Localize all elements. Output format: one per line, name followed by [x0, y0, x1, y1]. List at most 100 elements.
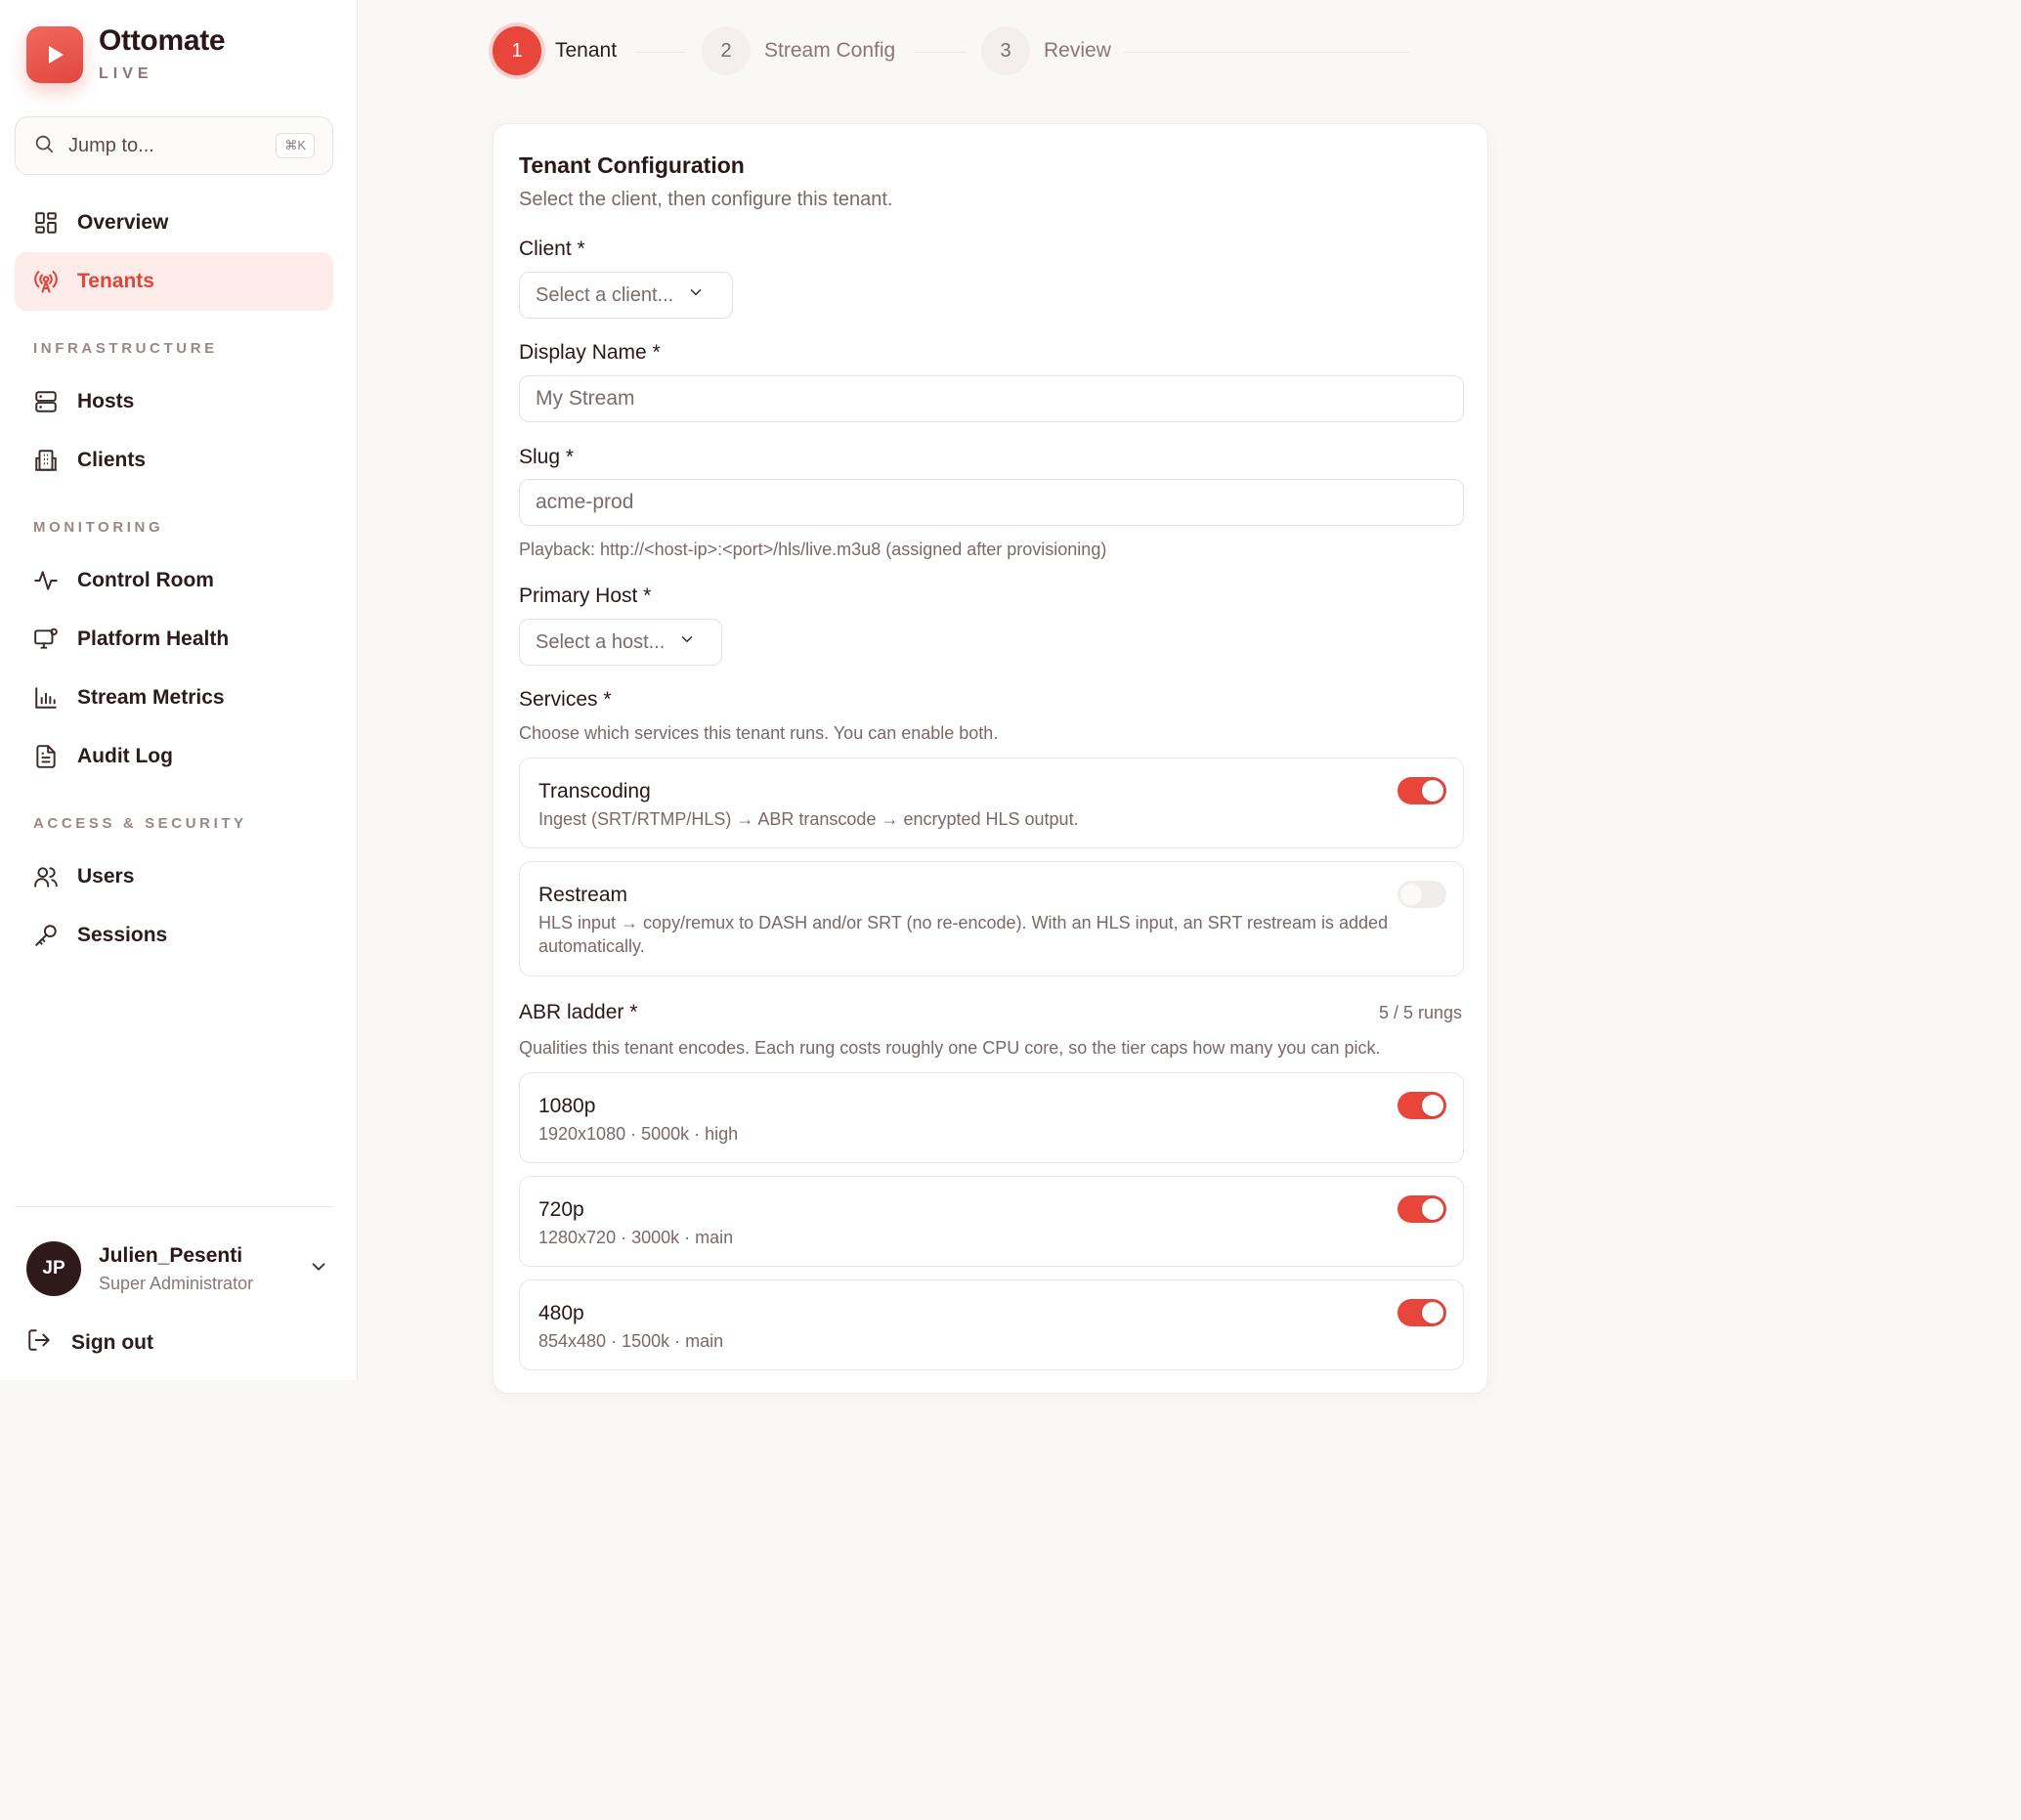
nav-section-access-security: ACCESS & SECURITY	[33, 815, 247, 832]
sidebar-item-label: Platform Health	[77, 628, 230, 650]
sidebar-item-stream-metrics[interactable]: Stream Metrics	[15, 669, 333, 727]
chevron-down-icon	[678, 630, 696, 654]
display-name-label: Display Name *	[519, 341, 661, 364]
slug-label: Slug *	[519, 446, 575, 468]
users-icon	[32, 863, 60, 890]
sidebar-item-label: Sessions	[77, 924, 168, 946]
service-title: Transcoding	[538, 780, 651, 802]
avatar: JP	[26, 1241, 81, 1296]
brand-subtitle: LIVE	[99, 65, 153, 82]
sidebar-item-clients[interactable]: Clients	[15, 431, 333, 490]
client-label: Client *	[519, 238, 585, 260]
rung-1080p-toggle[interactable]	[1398, 1092, 1446, 1119]
playback-hint: Playback: http://<host-ip>:<port>/hls/li…	[519, 540, 1107, 559]
abr-hint: Qualities this tenant encodes. Each rung…	[519, 1038, 1381, 1058]
jump-to-search[interactable]: Jump to... ⌘K	[15, 116, 333, 175]
service-description: HLS input → copy/remux to DASH and/or SR…	[538, 913, 1389, 956]
sidebar: Ottomate LIVE Jump to... ⌘K Overview Ten…	[0, 0, 358, 1380]
rung-title: 480p	[538, 1302, 584, 1324]
client-select[interactable]: Select a client...	[519, 272, 733, 319]
bar-chart-icon	[32, 684, 60, 712]
search-icon	[33, 133, 55, 159]
abr-ladder-label: ABR ladder *	[519, 1001, 638, 1023]
services-label: Services *	[519, 688, 612, 711]
slug-placeholder: acme-prod	[536, 491, 634, 513]
sidebar-item-control-room[interactable]: Control Room	[15, 551, 333, 610]
step-number: 2	[702, 26, 751, 75]
primary-host-select[interactable]: Select a host...	[519, 619, 722, 666]
tenant-configuration-card: Tenant Configuration Select the client, …	[493, 123, 1488, 1394]
file-text-icon	[32, 743, 60, 770]
card-title: Tenant Configuration	[519, 152, 745, 178]
rung-720p-toggle[interactable]	[1398, 1195, 1446, 1223]
step-label: Tenant	[555, 39, 618, 62]
client-select-value: Select a client...	[536, 283, 674, 306]
display-name-input[interactable]: My Stream	[519, 375, 1464, 422]
rung-title: 720p	[538, 1198, 584, 1221]
abr-rung-1080p[interactable]: 1080p 1920x1080 · 5000k · high	[519, 1072, 1464, 1163]
key-icon	[32, 922, 60, 949]
shortcut-badge: ⌘K	[276, 133, 315, 158]
sidebar-item-label: Overview	[77, 211, 169, 234]
step-tenant[interactable]: 1 Tenant	[493, 26, 617, 75]
monitor-icon	[32, 626, 60, 653]
service-restream[interactable]: Restream HLS input → copy/remux to DASH …	[519, 861, 1464, 976]
sidebar-item-label: Stream Metrics	[77, 686, 225, 709]
sidebar-item-label: Audit Log	[77, 745, 173, 767]
user-role: Super Administrator	[99, 1273, 254, 1293]
step-connector	[635, 52, 686, 53]
chevron-down-icon	[687, 283, 705, 307]
sidebar-item-label: Tenants	[77, 270, 154, 292]
primary-host-label: Primary Host *	[519, 585, 652, 607]
abr-rung-count: 5 / 5 rungs	[1378, 1003, 1462, 1022]
sidebar-item-label: Users	[77, 865, 135, 888]
rung-480p-toggle[interactable]	[1398, 1299, 1446, 1326]
transcoding-toggle[interactable]	[1398, 777, 1446, 804]
activity-icon	[32, 567, 60, 594]
step-connector	[1124, 52, 1409, 53]
rung-title: 1080p	[538, 1095, 596, 1117]
sidebar-item-users[interactable]: Users	[15, 847, 333, 906]
service-transcoding[interactable]: Transcoding Ingest (SRT/RTMP/HLS) → ABR …	[519, 758, 1464, 848]
abr-rung-480p[interactable]: 480p 854x480 · 1500k · main	[519, 1279, 1464, 1370]
brand[interactable]: Ottomate LIVE	[26, 24, 226, 83]
server-icon	[32, 388, 60, 415]
step-number: 1	[493, 26, 541, 75]
sidebar-item-label: Clients	[77, 449, 147, 471]
sidebar-divider	[15, 1206, 333, 1207]
nav-section-infrastructure: INFRASTRUCTURE	[33, 340, 218, 357]
user-name: Julien_Pesenti	[99, 1243, 243, 1267]
log-out-icon	[26, 1327, 52, 1358]
user-menu[interactable]: JP Julien_Pesenti Super Administrator	[26, 1241, 329, 1296]
sidebar-item-sessions[interactable]: Sessions	[15, 906, 333, 965]
service-description: Ingest (SRT/RTMP/HLS) → ABR transcode → …	[538, 809, 1079, 829]
services-hint: Choose which services this tenant runs. …	[519, 723, 999, 743]
building-icon	[32, 447, 60, 474]
sidebar-item-hosts[interactable]: Hosts	[15, 372, 333, 431]
step-label: Stream Config	[764, 39, 896, 62]
step-label: Review	[1044, 39, 1111, 62]
sidebar-item-overview[interactable]: Overview	[15, 194, 333, 252]
primary-host-value: Select a host...	[536, 630, 666, 653]
step-review[interactable]: 3 Review	[981, 26, 1111, 75]
abr-rung-720p[interactable]: 720p 1280x720 · 3000k · main	[519, 1176, 1464, 1267]
rung-description: 854x480 · 1500k · main	[538, 1331, 724, 1351]
rung-description: 1920x1080 · 5000k · high	[538, 1124, 739, 1144]
sidebar-item-audit-log[interactable]: Audit Log	[15, 727, 333, 786]
broadcast-icon	[32, 268, 60, 295]
restream-toggle[interactable]	[1398, 881, 1446, 908]
sidebar-item-platform-health[interactable]: Platform Health	[15, 610, 333, 669]
search-placeholder: Jump to...	[68, 134, 154, 156]
sidebar-item-label: Control Room	[77, 569, 214, 591]
step-stream-config[interactable]: 2 Stream Config	[702, 26, 895, 75]
chevron-down-icon[interactable]	[308, 1256, 329, 1282]
slug-input[interactable]: acme-prod	[519, 479, 1464, 526]
nav-section-monitoring: MONITORING	[33, 519, 164, 536]
grid-icon	[32, 209, 60, 237]
brand-name: Ottomate	[99, 24, 226, 57]
service-title: Restream	[538, 884, 628, 906]
sign-out-button[interactable]: Sign out	[26, 1327, 153, 1358]
sidebar-item-tenants[interactable]: Tenants	[15, 252, 333, 311]
card-subtitle: Select the client, then configure this t…	[519, 189, 893, 210]
step-connector	[915, 52, 966, 53]
